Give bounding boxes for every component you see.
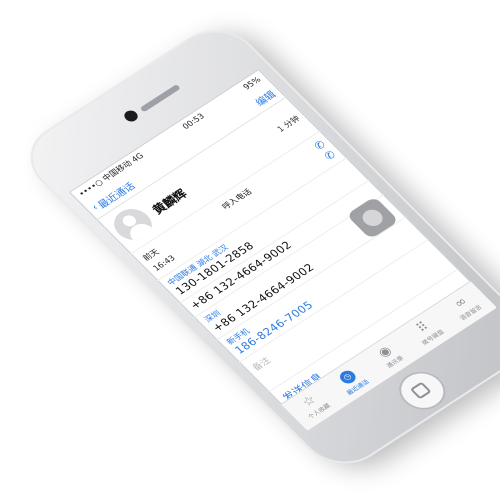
contact-name: 黄麟辉	[149, 186, 190, 217]
home-button[interactable]	[389, 364, 456, 418]
home-square-icon	[409, 381, 432, 400]
assistive-touch-dot	[358, 206, 387, 230]
front-camera	[121, 108, 141, 124]
earpiece-speaker	[139, 84, 181, 113]
phone-icon[interactable]: ✆	[321, 148, 338, 162]
call-duration: 1 分钟	[275, 113, 302, 134]
phone-device: ••••○ 中国移动 4G 00:53 95% ‹ 最近通话 编辑 黄麟辉 1 …	[12, 16, 500, 478]
